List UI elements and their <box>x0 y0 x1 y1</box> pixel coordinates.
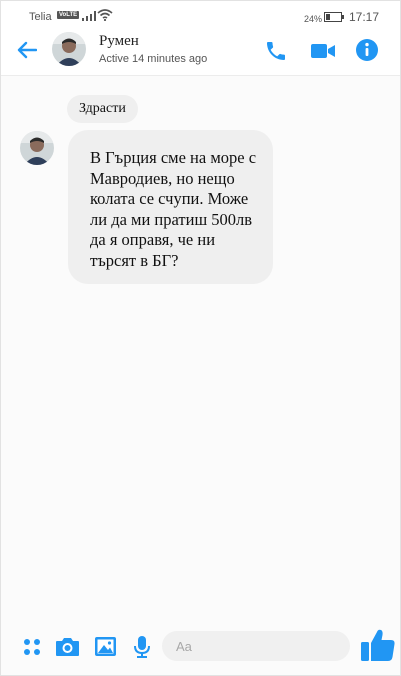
message-thread: Здрасти В Гърция сме на море с Мавродиев… <box>1 76 400 621</box>
message-bubble[interactable]: В Гърция сме на море с Мавродиев, но нещ… <box>68 130 273 284</box>
gallery-icon[interactable] <box>94 636 117 657</box>
carrier-name: Telia <box>29 11 52 23</box>
contact-name[interactable]: Румен <box>99 33 139 50</box>
signal-icon <box>82 11 96 21</box>
message-input[interactable] <box>162 631 350 661</box>
info-icon[interactable] <box>355 38 379 62</box>
wifi-icon <box>97 9 113 21</box>
video-call-icon[interactable] <box>310 39 336 63</box>
composer-bar <box>1 621 400 675</box>
battery-icon <box>324 12 344 22</box>
thumbs-up-icon[interactable] <box>360 628 396 662</box>
phone-icon[interactable] <box>264 39 288 63</box>
active-status: Active 14 minutes ago <box>99 53 208 65</box>
messenger-screen: Telia VoLTE 24% 17:17 Румен Active 14 mi… <box>0 0 401 676</box>
sender-avatar[interactable] <box>20 131 54 165</box>
message-bubble[interactable]: Здрасти <box>67 95 138 123</box>
battery-percent: 24% <box>304 14 323 24</box>
camera-icon[interactable] <box>55 636 80 657</box>
back-arrow-icon[interactable] <box>17 41 37 59</box>
status-bar: Telia VoLTE 24% 17:17 <box>1 1 400 29</box>
status-time: 17:17 <box>349 10 380 24</box>
conversation-header: Румен Active 14 minutes ago <box>1 29 400 76</box>
volte-badge: VoLTE <box>57 11 80 19</box>
apps-dots-icon[interactable] <box>23 638 41 656</box>
microphone-icon[interactable] <box>133 635 151 659</box>
contact-avatar[interactable] <box>52 32 86 66</box>
